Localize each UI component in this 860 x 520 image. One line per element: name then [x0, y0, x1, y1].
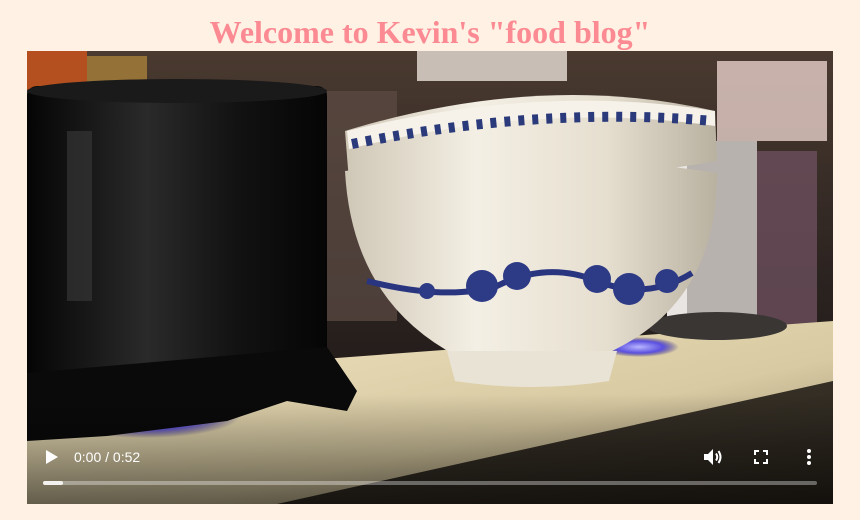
play-icon: [46, 450, 58, 464]
time-display: 0:00 / 0:52: [74, 447, 140, 467]
video-player[interactable]: 0:00 / 0:52: [27, 51, 833, 504]
progress-bar[interactable]: [43, 481, 817, 485]
page-title: Welcome to Kevin's "food blog": [209, 14, 651, 50]
more-vertical-icon: [807, 449, 811, 465]
play-button[interactable]: [39, 445, 63, 469]
duration: 0:52: [112, 449, 141, 465]
more-options-button[interactable]: [797, 445, 821, 469]
fullscreen-button[interactable]: [749, 445, 773, 469]
current-time: 0:00: [74, 449, 102, 465]
volume-icon: [704, 449, 722, 465]
video-frame: [27, 51, 833, 504]
progress-buffered: [43, 481, 64, 485]
fullscreen-icon: [754, 450, 768, 464]
time-separator: /: [105, 449, 113, 465]
mute-button[interactable]: [701, 445, 725, 469]
